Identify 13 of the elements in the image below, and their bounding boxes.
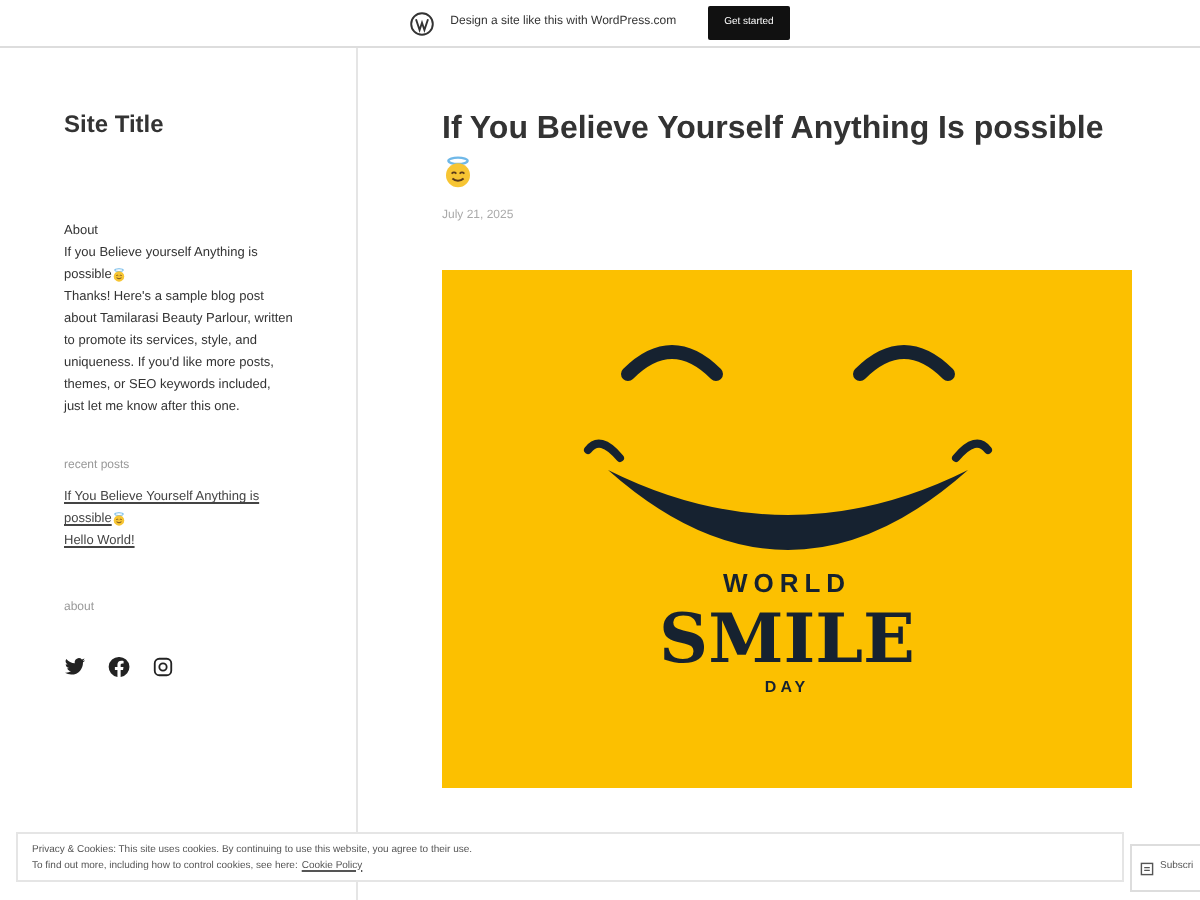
bird-icon[interactable] [64,656,86,678]
site-title[interactable]: Site Title [64,106,336,142]
halo-smiley-icon [442,155,474,188]
world-text: WORLD [722,566,852,602]
reader-icon [1140,861,1154,875]
smile-text: SMILE [659,603,915,675]
instagram-icon[interactable] [152,656,174,678]
day-text: DAY [764,675,810,699]
post-title: If You Believe Yourself Anything Is possible [442,108,1132,192]
halo-smiley-icon [111,267,126,282]
facebook-icon[interactable] [108,656,130,678]
wordpress-logo-icon [410,11,435,35]
halo-smiley-icon [111,511,126,526]
